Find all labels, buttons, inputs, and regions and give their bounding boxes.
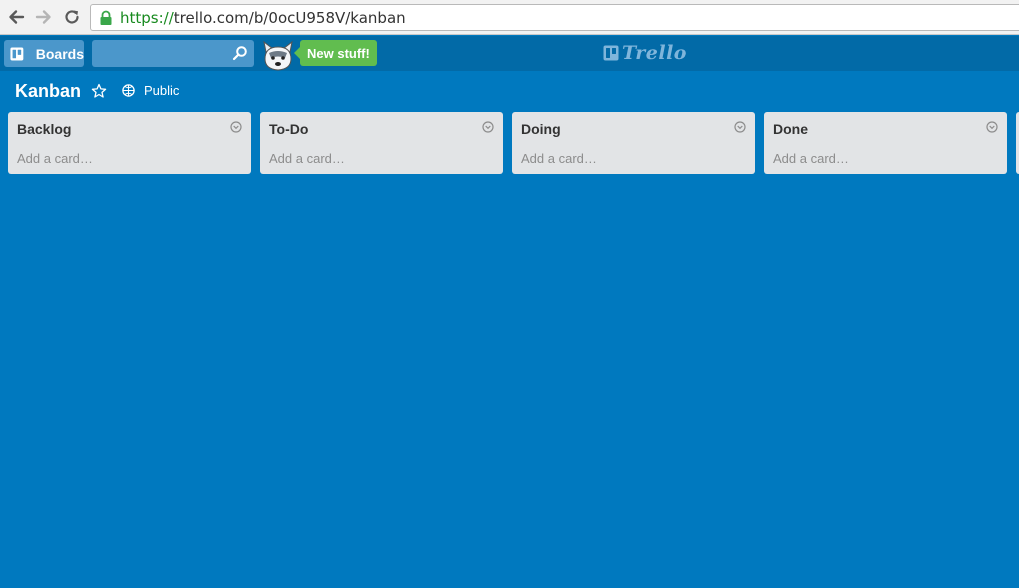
list-done: Done Add a card… bbox=[764, 112, 1007, 174]
visibility-label: Public bbox=[144, 83, 180, 98]
url-text: https://trello.com/b/0ocU958V/kanban bbox=[120, 9, 406, 27]
visibility-button[interactable]: Public bbox=[122, 83, 179, 98]
new-stuff-button[interactable]: New stuff! bbox=[294, 40, 377, 66]
forward-button[interactable] bbox=[33, 6, 55, 28]
trello-logo[interactable]: Trello bbox=[603, 42, 687, 64]
app-header: Boards New stuff! Trello bbox=[0, 36, 1019, 71]
list-menu-icon[interactable] bbox=[734, 121, 746, 133]
list-title[interactable]: Backlog bbox=[17, 121, 71, 137]
search-input[interactable] bbox=[92, 40, 254, 67]
list-to-do: To-Do Add a card… bbox=[260, 112, 503, 174]
forward-arrow-icon bbox=[35, 10, 51, 24]
boards-label: Boards bbox=[35, 45, 84, 62]
list-menu-icon[interactable] bbox=[482, 121, 494, 133]
boards-icon bbox=[10, 47, 24, 60]
search-icon[interactable] bbox=[232, 45, 248, 61]
browser-toolbar: https://trello.com/b/0ocU958V/kanban bbox=[0, 0, 1019, 35]
add-card-link[interactable]: Add a card… bbox=[773, 151, 849, 166]
boards-button[interactable]: Boards bbox=[4, 40, 84, 67]
list-title[interactable]: To-Do bbox=[269, 121, 308, 137]
back-arrow-icon bbox=[9, 10, 25, 24]
list-doing: Doing Add a card… bbox=[512, 112, 755, 174]
list-title[interactable]: Doing bbox=[521, 121, 561, 137]
add-card-link[interactable]: Add a card… bbox=[17, 151, 93, 166]
add-card-link[interactable]: Add a card… bbox=[521, 151, 597, 166]
reload-button[interactable] bbox=[61, 6, 83, 28]
logo-text: Trello bbox=[622, 42, 687, 64]
address-bar[interactable]: https://trello.com/b/0ocU958V/kanban bbox=[90, 4, 1019, 31]
taco-mascot-icon[interactable] bbox=[261, 39, 295, 71]
board-title[interactable]: Kanban bbox=[15, 81, 81, 102]
lock-icon bbox=[100, 10, 112, 25]
board-header: Kanban Public bbox=[0, 71, 1019, 111]
trello-logo-icon bbox=[603, 45, 619, 61]
star-icon[interactable] bbox=[91, 83, 107, 99]
url-scheme: https:// bbox=[120, 8, 174, 27]
reload-icon bbox=[65, 10, 79, 24]
list-backlog: Backlog Add a card… bbox=[8, 112, 251, 174]
list-title[interactable]: Done bbox=[773, 121, 808, 137]
url-path: trello.com/b/0ocU958V/kanban bbox=[173, 8, 406, 27]
search-box[interactable] bbox=[92, 40, 254, 67]
list-menu-icon[interactable] bbox=[986, 121, 998, 133]
list-menu-icon[interactable] bbox=[230, 121, 242, 133]
add-card-link[interactable]: Add a card… bbox=[269, 151, 345, 166]
back-button[interactable] bbox=[5, 6, 27, 28]
globe-icon bbox=[122, 84, 135, 97]
